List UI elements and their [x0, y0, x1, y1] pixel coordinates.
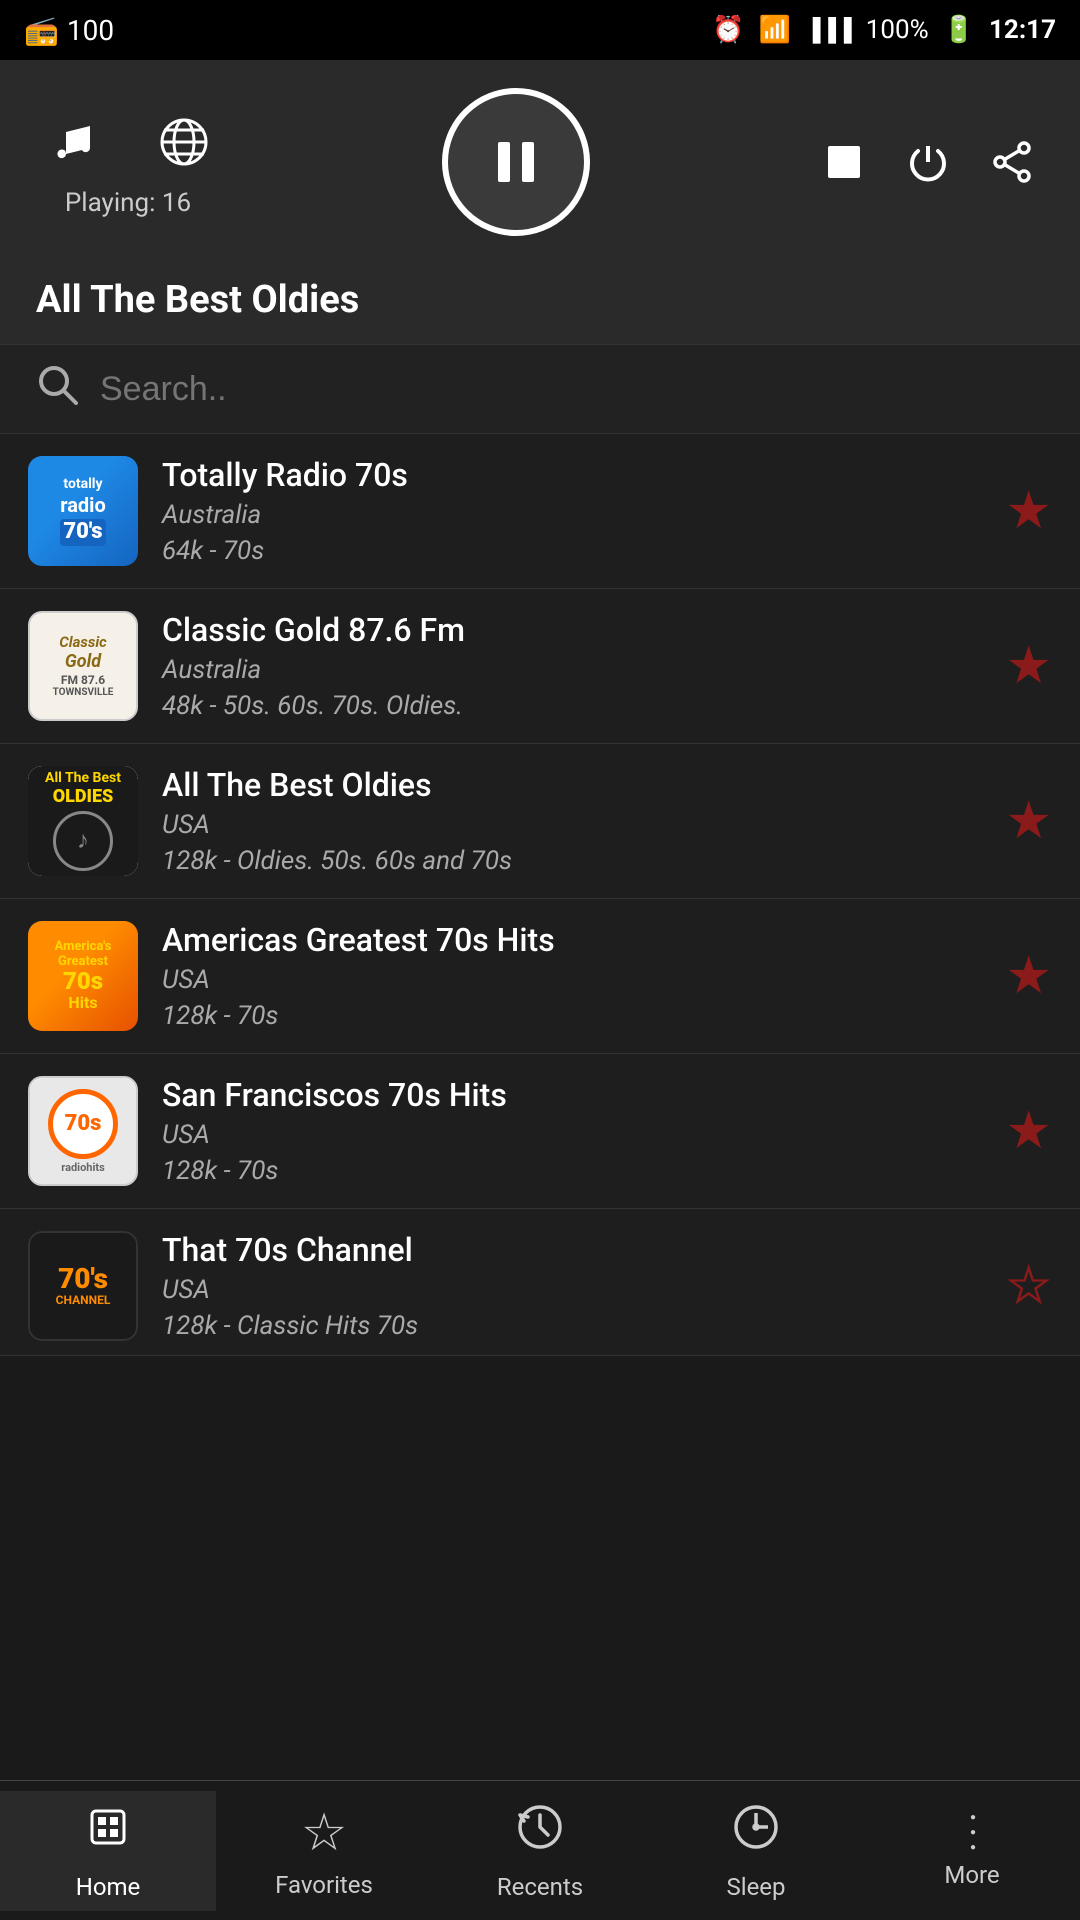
nav-favorites[interactable]: ☆ Favorites — [216, 1792, 432, 1909]
current-station-title: All The Best Oldies — [36, 278, 1044, 322]
station-bitrate: 128k - Oldies. 50s. 60s and 70s — [162, 846, 981, 876]
bottom-nav: Home ☆ Favorites Recents Sleep ● — [0, 1780, 1080, 1920]
station-bitrate: 128k - 70s — [162, 1156, 981, 1186]
right-controls — [812, 130, 1044, 194]
app-icon: 📻 — [24, 14, 59, 47]
nav-sleep[interactable]: Sleep — [648, 1791, 864, 1911]
station-bitrate: 128k - 70s — [162, 1001, 981, 1031]
signal-number: 100 — [67, 14, 114, 47]
station-info: That 70s Channel USA 128k - Classic Hits… — [162, 1231, 981, 1341]
sleep-icon — [730, 1801, 782, 1865]
favorite-button[interactable]: ★ — [1005, 636, 1052, 696]
playing-label: Playing: 16 — [65, 188, 191, 218]
controls-row: Playing: 16 — [36, 88, 1044, 236]
nav-more-label: More — [944, 1861, 999, 1889]
station-country: Australia — [162, 500, 981, 530]
left-controls: Playing: 16 — [36, 106, 220, 218]
battery-icon: 🔋 — [943, 15, 975, 45]
station-bitrate: 48k - 50s. 60s. 70s. Oldies. — [162, 691, 981, 721]
station-name: All The Best Oldies — [162, 766, 981, 804]
favorite-button[interactable]: ☆ — [1005, 1256, 1052, 1316]
nav-sleep-label: Sleep — [726, 1873, 785, 1901]
station-item[interactable]: Classic Gold FM 87.6 TOWNSVILLE Classic … — [0, 589, 1080, 744]
power-button[interactable] — [896, 130, 960, 194]
station-logo: 70s radiohits — [28, 1076, 138, 1186]
nav-more[interactable]: ● ● ● More — [864, 1802, 1080, 1899]
station-info: Classic Gold 87.6 Fm Australia 48k - 50s… — [162, 611, 981, 721]
station-item[interactable]: totally radio 70's Totally Radio 70s Aus… — [0, 434, 1080, 589]
station-name: San Franciscos 70s Hits — [162, 1076, 981, 1114]
station-bitrate: 64k - 70s — [162, 536, 981, 566]
station-logo: Classic Gold FM 87.6 TOWNSVILLE — [28, 611, 138, 721]
station-name: Americas Greatest 70s Hits — [162, 921, 981, 959]
station-item[interactable]: America's Greatest 70s Hits Americas Gre… — [0, 899, 1080, 1054]
station-item[interactable]: 70s radiohits San Franciscos 70s Hits US… — [0, 1054, 1080, 1209]
station-country: Australia — [162, 655, 981, 685]
status-bar: 📻 100 ⏰ 📶 ▐▐▐ 100% 🔋 12:17 — [0, 0, 1080, 60]
station-info: Totally Radio 70s Australia 64k - 70s — [162, 456, 981, 566]
nav-favorites-label: Favorites — [275, 1871, 373, 1899]
nav-home[interactable]: Home — [0, 1791, 216, 1911]
search-bar — [0, 344, 1080, 434]
station-logo: 70's CHANNEL — [28, 1231, 138, 1341]
station-logo: America's Greatest 70s Hits — [28, 921, 138, 1031]
station-name: Totally Radio 70s — [162, 456, 981, 494]
nav-recents-label: Recents — [497, 1873, 583, 1901]
station-list: totally radio 70's Totally Radio 70s Aus… — [0, 434, 1080, 1356]
nav-home-label: Home — [76, 1873, 141, 1901]
more-icon: ● ● ● — [970, 1812, 974, 1853]
station-logo: totally radio 70's — [28, 456, 138, 566]
station-title-bar: All The Best Oldies — [0, 260, 1080, 344]
battery-percent: 100% — [866, 15, 929, 45]
favorite-button[interactable]: ★ — [1005, 481, 1052, 541]
stop-button[interactable] — [812, 130, 876, 194]
clock-time: 12:17 — [989, 15, 1056, 45]
alarm-icon: ⏰ — [712, 15, 744, 45]
station-info: San Franciscos 70s Hits USA 128k - 70s — [162, 1076, 981, 1186]
station-country: USA — [162, 810, 981, 840]
status-left: 📻 100 — [24, 14, 114, 47]
globe-icon-button[interactable] — [148, 106, 220, 178]
station-info: Americas Greatest 70s Hits USA 128k - 70… — [162, 921, 981, 1031]
pause-button[interactable] — [442, 88, 590, 236]
favorites-icon: ☆ — [301, 1802, 348, 1863]
favorite-button[interactable]: ★ — [1005, 1101, 1052, 1161]
station-item[interactable]: 70's CHANNEL That 70s Channel USA 128k -… — [0, 1209, 1080, 1356]
search-icon — [36, 363, 78, 415]
station-country: USA — [162, 965, 981, 995]
station-logo: All The Best OLDIES ♪ — [28, 766, 138, 876]
station-name: That 70s Channel — [162, 1231, 981, 1269]
favorite-button[interactable]: ★ — [1005, 946, 1052, 1006]
station-info: All The Best Oldies USA 128k - Oldies. 5… — [162, 766, 981, 876]
favorite-button[interactable]: ★ — [1005, 791, 1052, 851]
wifi-icon: 📶 — [759, 15, 791, 45]
station-name: Classic Gold 87.6 Fm — [162, 611, 981, 649]
share-button[interactable] — [980, 130, 1044, 194]
status-right: ⏰ 📶 ▐▐▐ 100% 🔋 12:17 — [712, 15, 1056, 45]
station-bitrate: 128k - Classic Hits 70s — [162, 1311, 981, 1341]
home-icon — [82, 1801, 134, 1865]
music-icon-button[interactable] — [36, 106, 108, 178]
station-country: USA — [162, 1275, 981, 1305]
top-controls: Playing: 16 — [0, 60, 1080, 260]
station-country: USA — [162, 1120, 981, 1150]
search-input[interactable] — [100, 370, 1044, 409]
signal-bars-icon: ▐▐▐ — [805, 17, 852, 43]
recents-icon — [514, 1801, 566, 1865]
nav-recents[interactable]: Recents — [432, 1791, 648, 1911]
station-item[interactable]: All The Best OLDIES ♪ All The Best Oldie… — [0, 744, 1080, 899]
